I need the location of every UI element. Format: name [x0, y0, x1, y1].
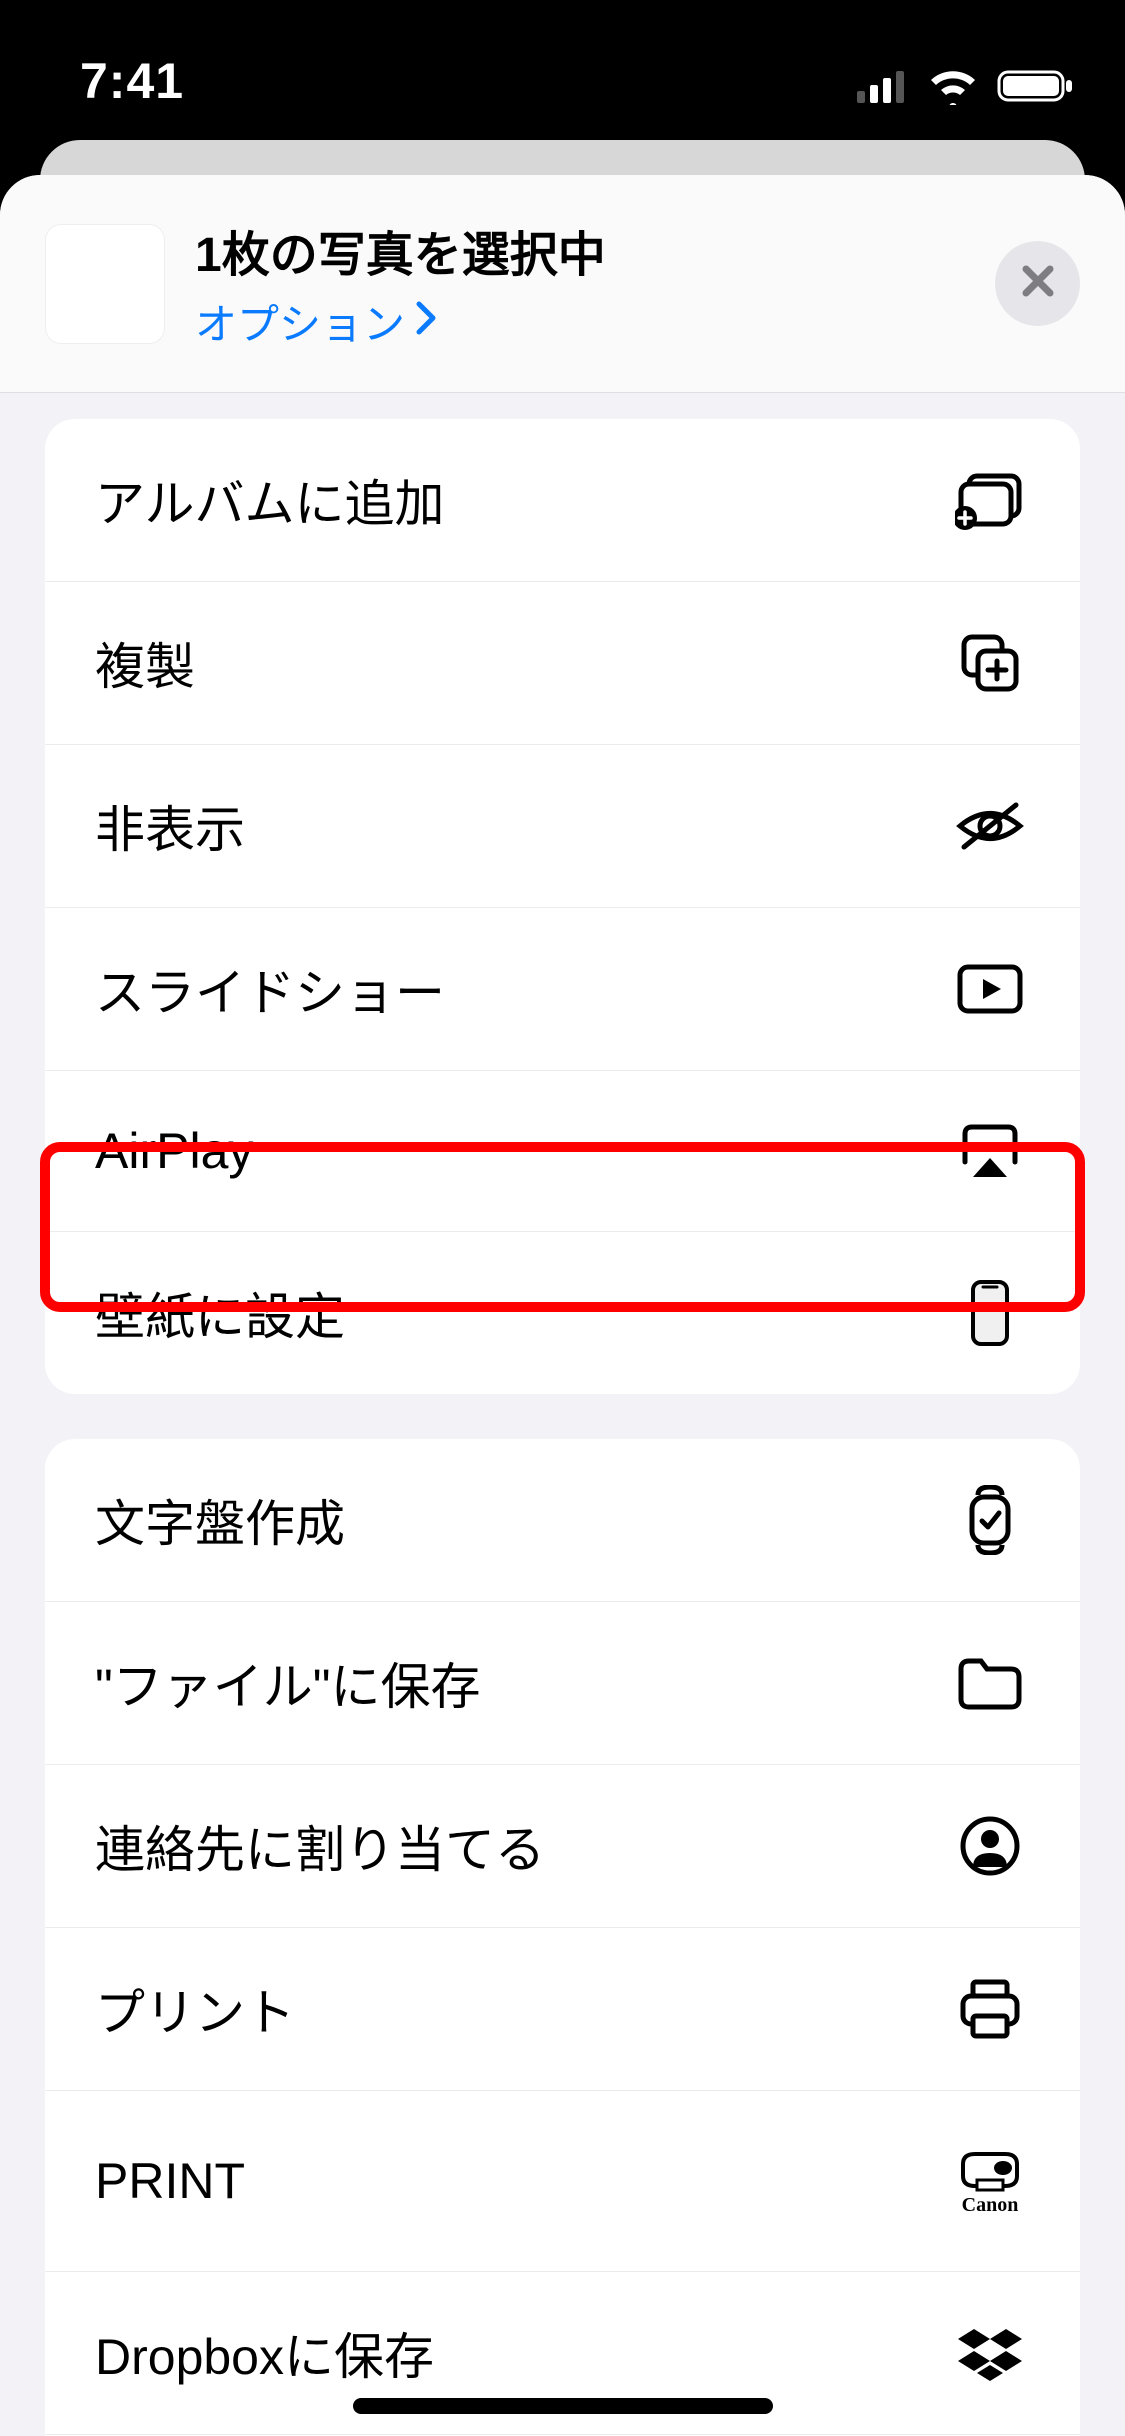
action-label: Dropboxに保存 [95, 2317, 434, 2389]
action-label: 壁紙に設定 [95, 1277, 345, 1349]
action-label: "ファイル"に保存 [95, 1647, 481, 1719]
status-bar: 7:41 [0, 0, 1125, 130]
album-add-icon [950, 465, 1030, 535]
status-time: 7:41 [80, 52, 184, 110]
actions-group-2: 文字盤作成 "ファイル"に保存 連絡先に割り当てる [45, 1439, 1080, 2436]
airplay-icon [950, 1116, 1030, 1186]
action-create-watch-face[interactable]: 文字盤作成 [45, 1439, 1080, 1602]
action-slideshow[interactable]: スライドショー [45, 908, 1080, 1071]
action-hide[interactable]: 非表示 [45, 745, 1080, 908]
action-label: 複製 [95, 627, 195, 699]
close-button[interactable] [995, 241, 1080, 326]
action-label: 連絡先に割り当てる [95, 1810, 545, 1882]
close-icon [1018, 261, 1058, 306]
action-label: PRINT [95, 2152, 245, 2210]
dropbox-icon [950, 2318, 1030, 2388]
chevron-right-icon [413, 298, 439, 346]
contact-icon [950, 1811, 1030, 1881]
battery-icon [997, 68, 1075, 109]
action-label: プリント [95, 1973, 295, 2045]
actions-group-1: アルバムに追加 複製 非表示 [45, 419, 1080, 1394]
duplicate-icon [950, 628, 1030, 698]
options-link[interactable]: オプション [195, 291, 965, 352]
action-label: 文字盤作成 [95, 1484, 345, 1556]
header-title: 1枚の写真を選択中 [195, 215, 965, 285]
canon-print-icon: Canon [950, 2136, 1030, 2226]
share-sheet-header: 1枚の写真を選択中 オプション [0, 175, 1125, 393]
home-indicator[interactable] [353, 2398, 773, 2414]
action-duplicate[interactable]: 複製 [45, 582, 1080, 745]
action-label: AirPlay [95, 1122, 253, 1180]
photo-thumbnail[interactable] [45, 224, 165, 344]
action-airplay[interactable]: AirPlay [45, 1071, 1080, 1232]
action-print[interactable]: プリント [45, 1928, 1080, 2091]
slideshow-icon [950, 954, 1030, 1024]
action-add-to-album[interactable]: アルバムに追加 [45, 419, 1080, 582]
cellular-icon [857, 69, 909, 108]
files-icon [950, 1648, 1030, 1718]
action-label: スライドショー [95, 953, 445, 1025]
action-label: 非表示 [95, 790, 245, 862]
share-sheet: 1枚の写真を選択中 オプション アルバムに追加 [0, 175, 1125, 2436]
hide-icon [950, 791, 1030, 861]
action-set-wallpaper[interactable]: 壁紙に設定 [45, 1232, 1080, 1394]
status-indicators [857, 67, 1075, 110]
options-label: オプション [195, 291, 405, 352]
wifi-icon [927, 67, 979, 110]
wallpaper-icon [950, 1278, 1030, 1348]
canon-label: Canon [962, 2194, 1019, 2217]
action-label: アルバムに追加 [95, 464, 445, 536]
action-save-to-files[interactable]: "ファイル"に保存 [45, 1602, 1080, 1765]
action-canon-print[interactable]: PRINT Canon [45, 2091, 1080, 2272]
watch-face-icon [950, 1485, 1030, 1555]
action-assign-to-contact[interactable]: 連絡先に割り当てる [45, 1765, 1080, 1928]
print-icon [950, 1974, 1030, 2044]
